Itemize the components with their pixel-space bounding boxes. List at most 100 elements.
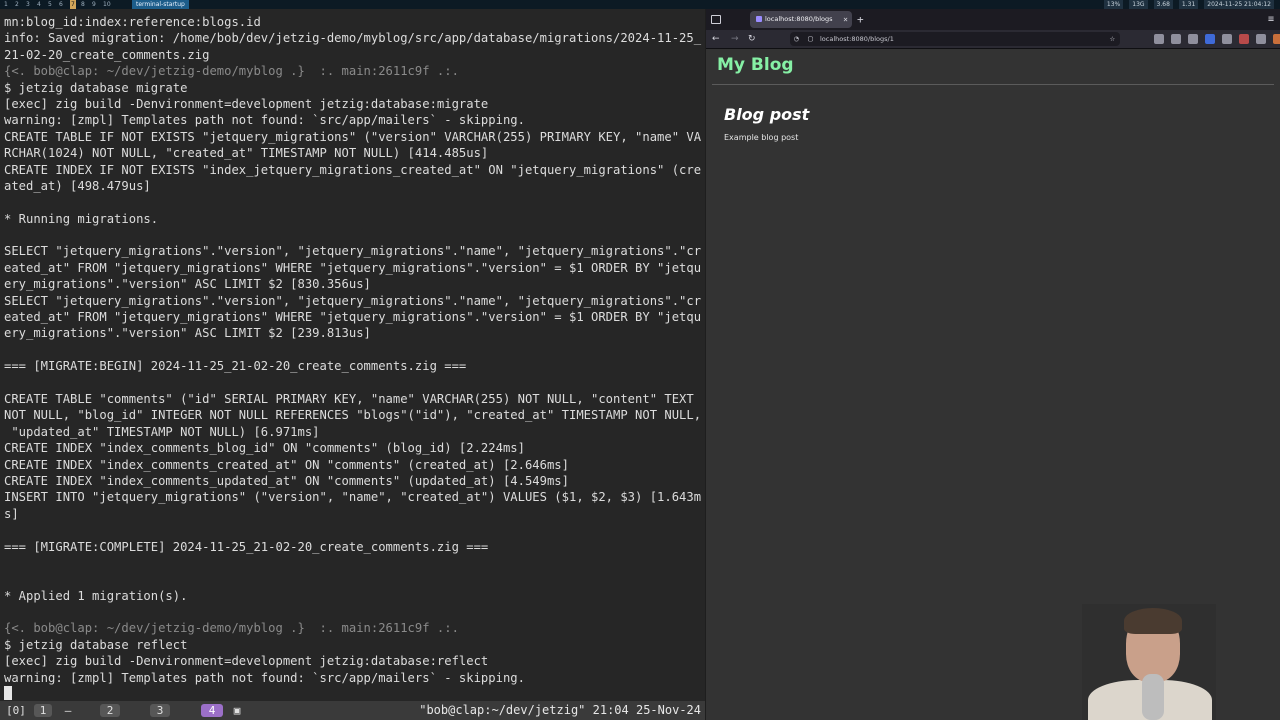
- workspace-1[interactable]: 1: [4, 0, 8, 9]
- tmux-window-4[interactable]: 4: [201, 704, 223, 717]
- terminal-line: $ jetzig database reflect: [4, 637, 188, 652]
- stat-item: 1.31: [1178, 0, 1199, 9]
- close-tab-icon[interactable]: ×: [843, 11, 848, 28]
- shell-prompt: {<. bob@clap: ~/dev/jetzig-demo/myblog .…: [4, 64, 459, 79]
- webcam-overlay: [1082, 604, 1216, 720]
- terminal-pane[interactable]: mn:blog_id:index:reference:blogs.id info:…: [0, 9, 705, 701]
- terminal-line: * Running migrations.: [4, 211, 159, 226]
- terminal-line: "updated_at" TIMESTAMP NOT NULL) [6.971m…: [4, 424, 320, 439]
- tmux-window-indicator[interactable]: ▣: [230, 704, 244, 717]
- presenter-hair: [1124, 608, 1182, 634]
- terminal-line: CREATE TABLE IF NOT EXISTS "jetquery_mig…: [4, 129, 702, 144]
- tmux-status-bar: [0] 1 — 2 3 4 ▣ "bob@clap:~/dev/jetzig" 21:04…: [0, 701, 705, 720]
- workspace-7[interactable]: 7: [70, 0, 76, 9]
- workspace-5[interactable]: 5: [48, 0, 52, 9]
- terminal-line: INSERT INTO "jetquery_migrations" ("vers…: [4, 490, 702, 505]
- site-title-link[interactable]: My Blog: [717, 55, 794, 75]
- terminal-line: ated_at) [498.479us]: [4, 178, 151, 193]
- tmux-window-2[interactable]: 2: [100, 704, 120, 717]
- microphone-icon: [1142, 674, 1164, 720]
- terminal-output: mn:blog_id:index:reference:blogs.id info:…: [4, 14, 704, 686]
- terminal-line: RCHAR(1024) NOT NULL, "created_at" TIMES…: [4, 146, 489, 161]
- active-window-title: terminal-startup: [132, 0, 189, 9]
- terminal-line: SELECT "jetquery_migrations"."version", …: [4, 293, 702, 308]
- terminal-line: [exec] zig build -Denvironment=developme…: [4, 96, 489, 111]
- back-icon[interactable]: ←: [712, 30, 720, 48]
- new-tab-icon[interactable]: +: [857, 11, 864, 28]
- tab-title: localhost:8080/blogs: [765, 15, 833, 23]
- terminal-line: 21-02-20_create_comments.zig: [4, 47, 210, 62]
- browser-tab-bar: localhost:8080/blogs × + ≡: [706, 9, 1280, 30]
- terminal-line: warning: [zmpl] Templates path not found…: [4, 113, 525, 128]
- terminal-line: mn:blog_id:index:reference:blogs.id: [4, 15, 261, 29]
- terminal-line: * Applied 1 migration(s).: [4, 588, 188, 603]
- page-info-icon[interactable]: ▢: [808, 34, 813, 44]
- browser-nav-bar: ← → ↻ ◔ ▢ localhost:8080/blogs/1 ☆: [706, 30, 1280, 49]
- terminal-line: $ jetzig database migrate: [4, 80, 188, 95]
- workspace-8[interactable]: 8: [81, 0, 85, 9]
- terminal-line: ery_migrations"."version" ASC LIMIT $2 […: [4, 277, 371, 292]
- terminal-line: === [MIGRATE:COMPLETE] 2024-11-25_21-02-…: [4, 539, 489, 554]
- url-bar[interactable]: ◔ ▢ localhost:8080/blogs/1 ☆: [790, 32, 1120, 46]
- terminal-line: info: Saved migration: /home/bob/dev/jet…: [4, 31, 702, 46]
- stat-item: 13%: [1103, 0, 1124, 9]
- system-status-bar: 1 2 3 4 5 6 7 8 9 10 terminal-startup 13% 13G 3.68 1…: [0, 0, 1280, 9]
- extension-icon[interactable]: [1205, 34, 1215, 44]
- extension-icon[interactable]: [1171, 34, 1181, 44]
- terminal-line: === [MIGRATE:BEGIN] 2024-11-25_21-02-20_…: [4, 359, 467, 374]
- favicon-icon: [756, 16, 762, 22]
- terminal-line: [exec] zig build -Denvironment=developme…: [4, 654, 489, 669]
- post-title: Blog post: [724, 105, 810, 124]
- terminal-line: ery_migrations"."version" ASC LIMIT $2 […: [4, 326, 371, 341]
- post-body: Example blog post: [724, 133, 799, 142]
- workspace-2[interactable]: 2: [15, 0, 19, 9]
- stat-item: 2024-11-25 21:04:12: [1204, 0, 1274, 9]
- workspace-3[interactable]: 3: [26, 0, 30, 9]
- tmux-window-3[interactable]: 3: [150, 704, 170, 717]
- browser-tab-blogs[interactable]: localhost:8080/blogs ×: [750, 11, 852, 28]
- terminal-line: eated_at" FROM "jetquery_migrations" WHE…: [4, 310, 702, 325]
- extension-icon[interactable]: [1273, 34, 1280, 44]
- extension-icon[interactable]: [1154, 34, 1164, 44]
- tmux-window-1[interactable]: 1: [34, 704, 52, 717]
- extension-icon[interactable]: [1256, 34, 1266, 44]
- workspace-9[interactable]: 9: [92, 0, 96, 9]
- terminal-line: SELECT "jetquery_migrations"."version", …: [4, 244, 702, 259]
- stat-item: 3.68: [1153, 0, 1173, 9]
- terminal-line: NOT NULL, "blog_id" INTEGER NOT NULL REF…: [4, 408, 702, 423]
- bookmark-star-icon[interactable]: ☆: [1110, 32, 1115, 46]
- terminal-cursor: [4, 686, 12, 700]
- terminal-line: CREATE INDEX IF NOT EXISTS "index_jetque…: [4, 162, 702, 177]
- workspace-4[interactable]: 4: [37, 0, 41, 9]
- header-divider: [712, 84, 1274, 85]
- browser-menu-icon[interactable]: ≡: [1268, 9, 1274, 30]
- stat-item: 13G: [1129, 0, 1148, 9]
- extension-icon[interactable]: [1239, 34, 1249, 44]
- tab-list-icon[interactable]: [711, 15, 721, 24]
- extension-icon[interactable]: [1188, 34, 1198, 44]
- url-text[interactable]: localhost:8080/blogs/1: [820, 32, 894, 46]
- terminal-line: CREATE INDEX "index_comments_updated_at"…: [4, 473, 569, 488]
- tmux-window-indicator[interactable]: —: [60, 704, 76, 717]
- shield-icon[interactable]: ◔: [794, 34, 799, 44]
- extension-icons: [1154, 34, 1280, 44]
- tmux-session-label: [0]: [6, 704, 26, 717]
- terminal-line: eated_at" FROM "jetquery_migrations" WHE…: [4, 260, 702, 275]
- extension-icon[interactable]: [1222, 34, 1232, 44]
- workspace-6[interactable]: 6: [59, 0, 63, 9]
- terminal-line: warning: [zmpl] Templates path not found…: [4, 670, 525, 685]
- terminal-line: CREATE TABLE "comments" ("id" SERIAL PRI…: [4, 391, 694, 406]
- reload-icon[interactable]: ↻: [748, 30, 756, 48]
- shell-prompt: {<. bob@clap: ~/dev/jetzig-demo/myblog .…: [4, 621, 459, 636]
- tmux-status-right: "bob@clap:~/dev/jetzig" 21:04 25-Nov-24: [419, 703, 701, 717]
- workspace-10[interactable]: 10: [103, 0, 111, 9]
- forward-icon[interactable]: →: [731, 30, 739, 48]
